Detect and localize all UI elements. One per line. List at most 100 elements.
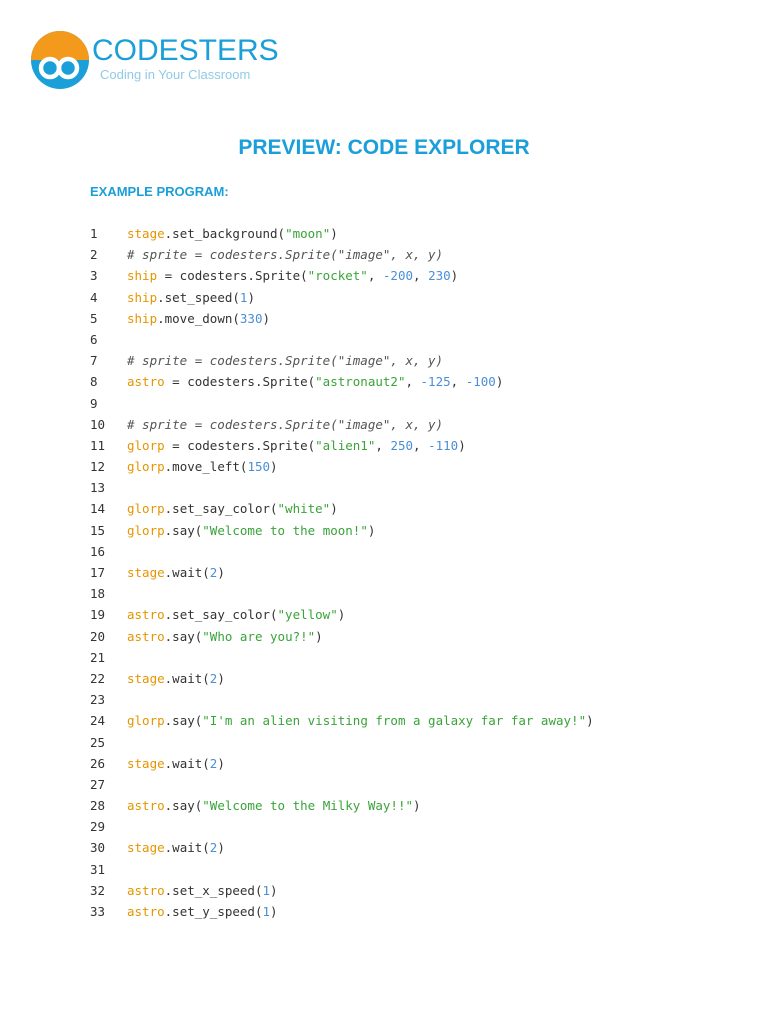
line-code: astro.say("Welcome to the Milky Way!!"): [127, 795, 421, 816]
page-title: PREVIEW: CODE EXPLORER: [238, 136, 530, 159]
line-number: 25: [90, 734, 106, 750]
code-token: .move_down(: [157, 310, 240, 326]
code-token: "Welcome to the Milky Way!!": [202, 798, 413, 814]
line-code: astro = codesters.Sprite("astronaut2", -…: [127, 371, 503, 392]
code-token: .wait(: [164, 755, 210, 771]
code-token: 150: [247, 459, 271, 475]
code-token: stage: [127, 226, 165, 241]
code-token: ,: [413, 268, 429, 284]
code-token: # sprite = codesters.Sprite("image", x, …: [127, 247, 444, 263]
line-code: glorp.say("Welcome to the moon!"): [127, 520, 375, 541]
line-number: 8: [90, 374, 98, 390]
line-number: 28: [90, 798, 106, 814]
line-number: 3: [90, 268, 98, 284]
code-token: astro: [127, 904, 165, 919]
code-token: ): [495, 374, 504, 390]
line-number: 4: [90, 289, 98, 305]
line-code: # sprite = codesters.Sprite("image", x, …: [127, 414, 443, 435]
brand-tagline: Coding in Your Classroom: [100, 67, 251, 82]
line-number: 15: [90, 522, 106, 538]
codesters-logo-icon: [31, 31, 89, 89]
code-token: ,: [450, 374, 466, 390]
code-line: 30 stage.wait(2): [90, 837, 730, 858]
code-token: "Welcome to the moon!": [202, 522, 368, 538]
code-token: ): [217, 565, 225, 580]
line-number: 33: [90, 904, 106, 919]
code-token: ): [270, 904, 278, 919]
code-token: # sprite = codesters.Sprite("image", x, …: [127, 353, 444, 369]
code-line: 15 glorp.say("Welcome to the moon!"): [90, 520, 730, 541]
code-line: 6: [90, 329, 730, 350]
code-token: ,: [405, 374, 421, 390]
line-code: ship.move_down(330): [127, 308, 270, 329]
code-token: .say(: [164, 522, 203, 538]
code-line: 21: [90, 647, 730, 668]
code-token: ): [262, 310, 271, 326]
code-token: 1: [262, 882, 271, 898]
code-token: -110: [428, 437, 459, 453]
line-number: 5: [90, 310, 98, 326]
code-line: 33 astro.set_y_speed(1): [90, 901, 730, 922]
code-token: "moon": [285, 226, 331, 241]
code-token: ): [367, 522, 376, 538]
code-token: .set_y_speed(: [164, 904, 263, 919]
line-code: stage.wait(2): [127, 753, 225, 774]
code-token: ): [330, 226, 338, 241]
code-token: .set_speed(: [157, 289, 240, 305]
code-token: .wait(: [164, 670, 210, 686]
code-line: 10 # sprite = codesters.Sprite("image", x…: [90, 414, 730, 435]
code-line: 29: [90, 816, 730, 837]
code-line: 23: [90, 689, 730, 710]
code-token: .set_x_speed(: [164, 882, 263, 898]
line-number: 18: [90, 586, 106, 602]
code-token: glorp: [127, 501, 165, 517]
code-line: 32 astro.set_x_speed(1): [90, 880, 730, 901]
line-number: 21: [90, 649, 106, 665]
line-number: 30: [90, 840, 106, 856]
code-token: .set_say_color(: [164, 501, 278, 517]
line-number: 13: [90, 480, 106, 496]
line-code: # sprite = codesters.Sprite("image", x, …: [127, 350, 443, 371]
code-token: astro: [127, 882, 165, 898]
code-token: "yellow": [277, 607, 338, 623]
code-token: .set_background(: [164, 226, 286, 241]
line-code: stage.wait(2): [127, 668, 225, 689]
code-token: "astronaut2": [315, 374, 406, 390]
code-token: .wait(: [164, 565, 210, 580]
line-number: 23: [90, 692, 106, 708]
line-number: 19: [90, 607, 106, 623]
code-line: 2 # sprite = codesters.Sprite("image", x,…: [90, 244, 730, 265]
code-token: "Who are you?!": [202, 628, 316, 644]
code-token: glorp: [127, 459, 165, 475]
line-code: glorp = codesters.Sprite("alien1", 250, …: [127, 435, 466, 456]
line-number: 11: [90, 437, 106, 453]
code-line: 25: [90, 732, 730, 753]
line-number: 10: [90, 416, 106, 432]
line-code: glorp.say("I'm an alien visiting from a …: [127, 710, 594, 731]
code-token: ): [337, 607, 346, 623]
code-token: ship: [127, 268, 158, 284]
code-line: 24 glorp.say("I'm an alien visiting from …: [90, 710, 730, 731]
codesters-logo: CODESTERS Coding in Your Classroom: [30, 30, 279, 94]
code-token: -125: [420, 374, 451, 390]
code-token: .say(: [164, 628, 203, 644]
code-token: "white": [277, 501, 331, 517]
code-line: 19 astro.set_say_color("yellow"): [90, 604, 730, 625]
code-token: stage: [127, 565, 165, 580]
code-token: astro: [127, 798, 165, 814]
code-token: 1: [262, 904, 271, 919]
code-token: ): [413, 798, 421, 814]
code-token: 250: [390, 437, 414, 453]
line-number: 22: [90, 670, 106, 686]
line-code: stage.wait(2): [127, 837, 225, 858]
line-code: ship.set_speed(1): [127, 287, 255, 308]
code-token: .say(: [164, 713, 203, 729]
code-token: ship: [127, 310, 158, 326]
code-token: .move_left(: [164, 459, 248, 475]
code-token: .wait(: [164, 840, 210, 856]
line-number: 24: [90, 713, 106, 729]
code-token: astro: [127, 628, 165, 644]
line-number: 6: [90, 331, 98, 347]
code-line: 4 ship.set_speed(1): [90, 287, 730, 308]
code-token: ): [270, 459, 278, 475]
